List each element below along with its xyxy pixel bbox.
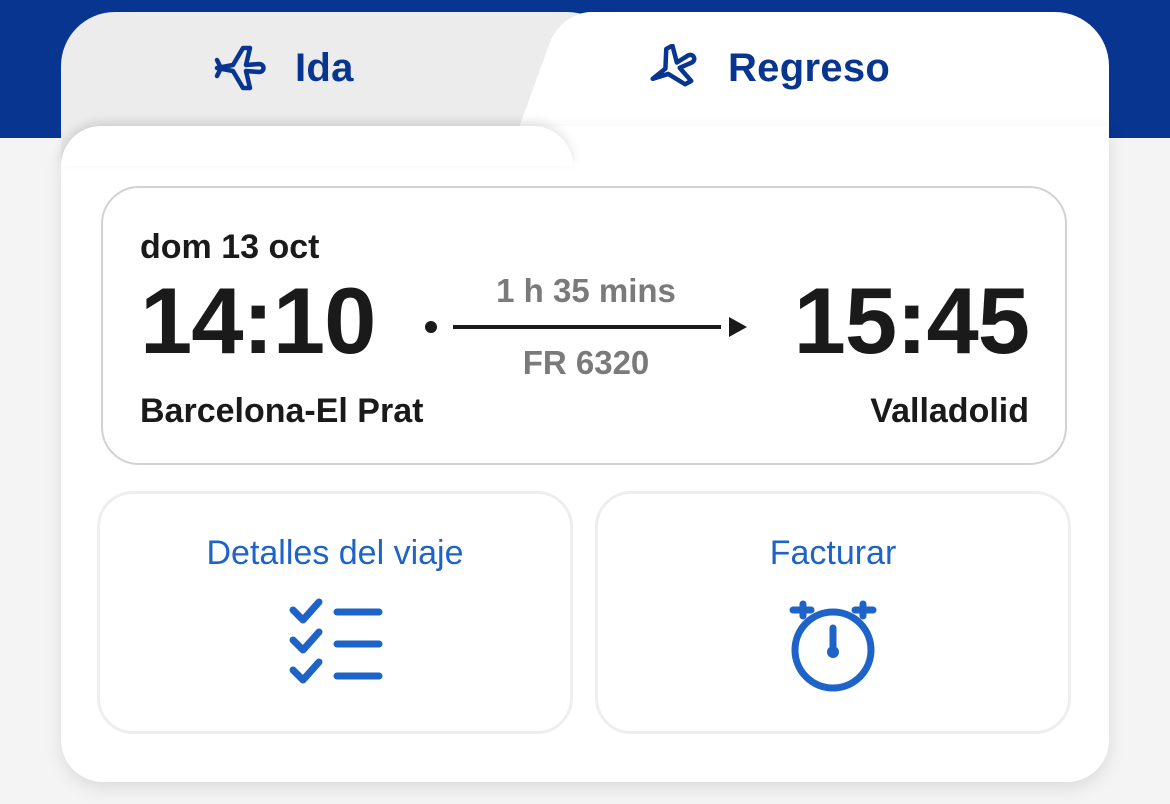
tab-ida-edge <box>61 126 573 166</box>
flight-duration: 1 h 35 mins <box>496 272 676 309</box>
route-arrow-icon <box>425 317 747 337</box>
check-in-label: Facturar <box>769 534 897 572</box>
tab-ida-label: Ida <box>295 45 354 90</box>
trip-details-button[interactable]: Detalles del viaje <box>97 491 573 734</box>
airplane-icon <box>646 44 700 92</box>
flight-summary[interactable]: dom 13 oct 14:10 15:45 1 h 35 mins FR 63… <box>101 186 1067 465</box>
origin-airport: Barcelona-El Prat <box>140 392 424 430</box>
departure-time: 14:10 <box>140 268 376 373</box>
tab-ida[interactable]: Ida <box>213 44 354 92</box>
airplane-icon <box>213 44 267 92</box>
flight-date: dom 13 oct <box>140 228 320 266</box>
arrival-time: 15:45 <box>793 268 1030 373</box>
tab-regreso-label: Regreso <box>728 45 891 90</box>
stopwatch-icon <box>783 594 883 699</box>
trip-details-label: Detalles del viaje <box>206 534 464 572</box>
tab-regreso[interactable]: Regreso <box>646 44 890 92</box>
flight-number: FR 6320 <box>522 344 650 381</box>
check-in-button[interactable]: Facturar <box>595 491 1071 734</box>
checklist-icon <box>285 594 385 691</box>
destination-airport: Valladolid <box>870 392 1029 430</box>
